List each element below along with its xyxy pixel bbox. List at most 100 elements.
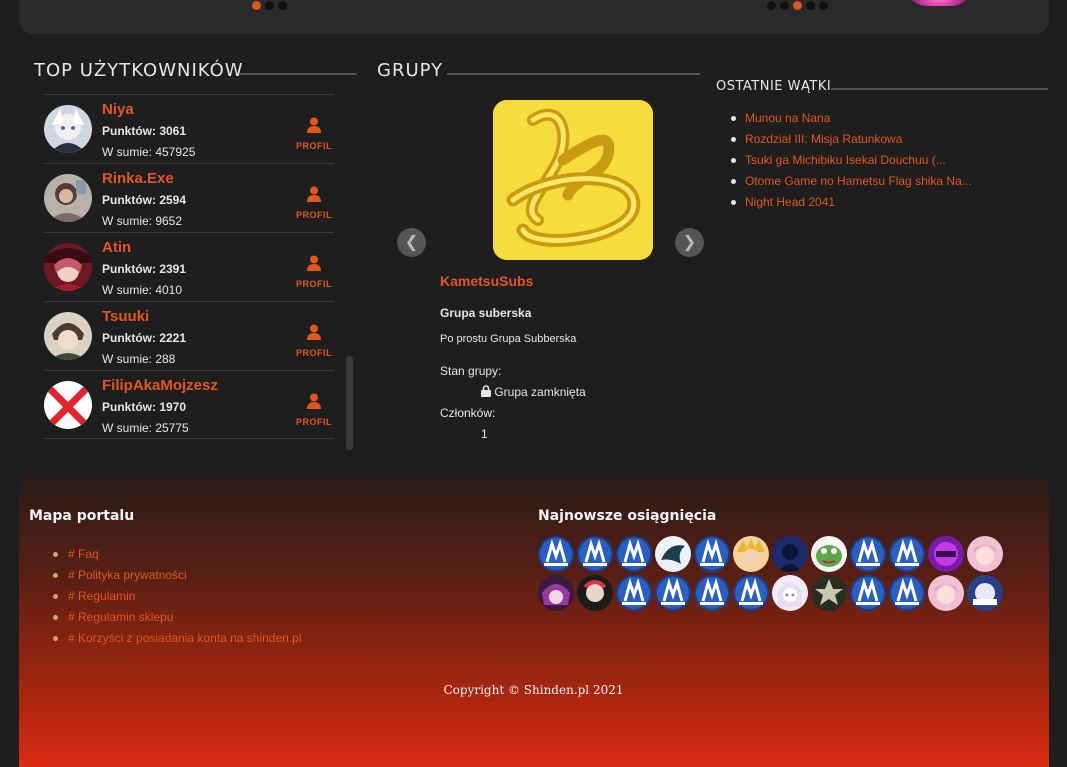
achievement-badge[interactable] — [811, 536, 847, 572]
profile-label: PROFIL — [296, 348, 332, 358]
group-next-button[interactable]: ❯ — [675, 228, 704, 257]
footer-link[interactable]: # Regulamin sklepu — [68, 610, 173, 624]
featured-slider-card — [19, 0, 1049, 34]
group-members-label: Członków: — [440, 406, 496, 420]
footer-link[interactable]: # Polityka prywatności — [68, 568, 187, 582]
user-icon — [307, 186, 321, 202]
achievement-badge[interactable] — [733, 575, 769, 611]
list-item[interactable]: # Faq — [53, 544, 301, 565]
section-divider — [447, 73, 700, 75]
list-item[interactable]: Tsuki ga Michibiku Isekai Douchuu (... — [731, 150, 972, 171]
list-item[interactable]: Night Head 2041 — [731, 192, 972, 213]
profile-button[interactable]: PROFIL — [294, 117, 334, 151]
group-name-link[interactable]: KametsuSubs — [440, 273, 533, 289]
user-icon — [307, 255, 321, 271]
achievements-grid — [538, 536, 1008, 611]
list-item[interactable]: # Polityka prywatności — [53, 565, 301, 586]
profile-button[interactable]: PROFIL — [294, 393, 334, 427]
slider-dot[interactable] — [819, 1, 828, 10]
group-state-value: Grupa zamknięta — [481, 385, 586, 399]
achievement-badge[interactable] — [850, 575, 886, 611]
footer-link[interactable]: # Regulamin — [68, 589, 135, 603]
achievement-badge[interactable] — [538, 575, 574, 611]
user-icon — [307, 324, 321, 340]
achievement-badge[interactable] — [538, 536, 574, 572]
achievement-badge[interactable] — [733, 536, 769, 572]
user-total: W sumie: 457925 — [102, 145, 196, 159]
user-points: Punktów: 1970 — [102, 400, 187, 414]
profile-button[interactable]: PROFIL — [294, 255, 334, 289]
profile-button[interactable]: PROFIL — [294, 324, 334, 358]
slider-dot[interactable] — [793, 1, 802, 10]
lock-icon — [481, 385, 491, 397]
thread-link[interactable]: Munou na Nana — [745, 111, 830, 125]
threads-title: OSTATNIE WĄTKI — [716, 79, 832, 94]
thread-link[interactable]: Otome Game no Hametsu Flag shika Na... — [745, 174, 972, 188]
list-item[interactable]: # Regulamin — [53, 586, 301, 607]
achievement-badge[interactable] — [928, 536, 964, 572]
achievement-badge[interactable] — [772, 575, 808, 611]
achievement-badge[interactable] — [772, 536, 808, 572]
avatar[interactable] — [44, 105, 92, 153]
slider-dots-left — [252, 1, 287, 10]
profile-label: PROFIL — [296, 141, 332, 151]
list-scrollbar[interactable] — [346, 356, 353, 450]
user-points: Punktów: 2594 — [102, 193, 187, 207]
achievement-badge[interactable] — [889, 575, 925, 611]
slider-dot[interactable] — [278, 1, 287, 10]
slider-dot[interactable] — [780, 1, 789, 10]
user-icon — [307, 393, 321, 409]
achievement-badge[interactable] — [577, 536, 613, 572]
achievement-badge[interactable] — [655, 536, 691, 572]
slider-dot[interactable] — [806, 1, 815, 10]
group-members-count: 1 — [481, 427, 488, 441]
achievement-badge[interactable] — [811, 575, 847, 611]
slider-dots-right — [767, 1, 828, 10]
achievement-badge[interactable] — [616, 536, 652, 572]
username-link[interactable]: FilipAkaMojzesz — [102, 377, 218, 394]
achievement-badge[interactable] — [889, 536, 925, 572]
achievement-badge[interactable] — [967, 575, 1003, 611]
profile-label: PROFIL — [296, 279, 332, 289]
achievement-badge[interactable] — [694, 575, 730, 611]
user-icon — [307, 117, 321, 133]
username-link[interactable]: Atin — [102, 239, 131, 256]
list-item[interactable]: Rozdział III: Misja Ratunkowa — [731, 129, 972, 150]
list-item: Atin Punktów: 2391 W sumie: 4010 PROFIL — [44, 232, 334, 301]
achievement-badge[interactable] — [850, 536, 886, 572]
group-logo[interactable] — [493, 100, 653, 260]
footer-link[interactable]: # Faq — [68, 547, 99, 561]
list-item[interactable]: Munou na Nana — [731, 108, 972, 129]
achievement-badge[interactable] — [577, 575, 613, 611]
thread-link[interactable]: Rozdział III: Misja Ratunkowa — [745, 132, 902, 146]
top-users-list: Niya Punktów: 3061 W sumie: 457925 PROFI… — [44, 94, 334, 439]
footer-links: # Faq # Polityka prywatności # Regulamin… — [53, 544, 301, 649]
profile-button[interactable]: PROFIL — [294, 186, 334, 220]
achievement-badge[interactable] — [967, 536, 1003, 572]
avatar[interactable] — [44, 174, 92, 222]
achievement-badge[interactable] — [694, 536, 730, 572]
avatar[interactable] — [44, 243, 92, 291]
group-prev-button[interactable]: ❮ — [397, 228, 426, 257]
slider-dot[interactable] — [767, 1, 776, 10]
slider-dot[interactable] — [252, 1, 261, 10]
avatar[interactable] — [44, 312, 92, 360]
username-link[interactable]: Tsuuki — [102, 308, 149, 325]
list-item: Rinka.Exe Punktów: 2594 W sumie: 9652 PR… — [44, 163, 334, 232]
user-total: W sumie: 288 — [102, 352, 176, 366]
user-total: W sumie: 9652 — [102, 214, 183, 228]
username-link[interactable]: Niya — [102, 101, 134, 118]
footer-link[interactable]: # Korzyści z posiadania konta na shinden… — [68, 631, 301, 645]
thread-link[interactable]: Night Head 2041 — [745, 195, 835, 209]
list-item[interactable]: # Korzyści z posiadania konta na shinden… — [53, 628, 301, 649]
username-link[interactable]: Rinka.Exe — [102, 170, 174, 187]
achievement-badge[interactable] — [928, 575, 964, 611]
slider-dot[interactable] — [265, 1, 274, 10]
group-state-text: Grupa zamknięta — [494, 385, 586, 399]
list-item[interactable]: # Regulamin sklepu — [53, 607, 301, 628]
list-item[interactable]: Otome Game no Hametsu Flag shika Na... — [731, 171, 972, 192]
avatar[interactable] — [44, 381, 92, 429]
thread-link[interactable]: Tsuki ga Michibiku Isekai Douchuu (... — [745, 153, 946, 167]
achievement-badge[interactable] — [655, 575, 691, 611]
achievement-badge[interactable] — [616, 575, 652, 611]
